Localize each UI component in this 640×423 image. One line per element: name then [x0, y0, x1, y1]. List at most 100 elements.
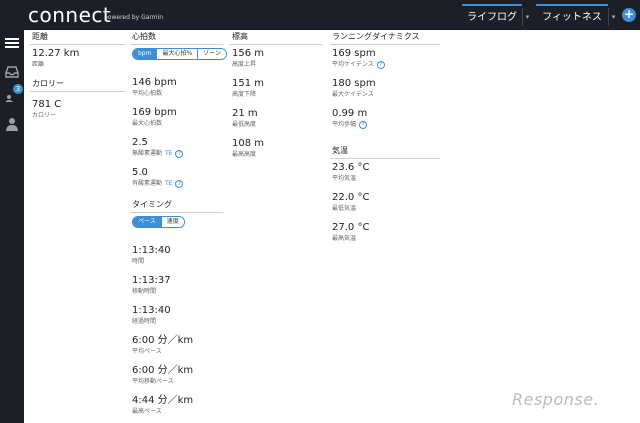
- help-icon[interactable]: ?: [359, 120, 368, 129]
- max-elevation-label: 最高高度: [232, 151, 257, 158]
- segment-zone[interactable]: ゾーン: [197, 49, 226, 59]
- tab-lifelog[interactable]: ライフログ: [462, 4, 522, 30]
- watermark-text: Response.: [512, 390, 600, 409]
- avg-cadence-value: 169 spm: [332, 48, 376, 59]
- heart-rate-heading: 心拍数: [130, 32, 223, 45]
- max-elevation-value: 108 m: [232, 138, 265, 149]
- list-item: 23.6 °C 平均気温: [330, 161, 440, 183]
- elapsed-time-label: 経過時間: [132, 318, 157, 325]
- list-item: 6:00 分／km 平均ペース: [130, 334, 223, 356]
- distance-metric: 12.27 km 距離: [30, 47, 125, 69]
- anaerobic-te-value: 2.5: [132, 137, 148, 148]
- max-temp-value: 27.0 °C: [332, 222, 370, 233]
- help-icon[interactable]: ?: [175, 149, 184, 158]
- logo-subtitle: powered by Garmin: [104, 14, 164, 21]
- avg-hr-label: 平均心拍数: [132, 90, 163, 97]
- distance-heading: 距離: [30, 32, 125, 45]
- inbox-icon[interactable]: [4, 64, 20, 80]
- time-label: 時間: [132, 258, 145, 265]
- response-watermark: Response.: [512, 390, 632, 420]
- avg-temp-value: 23.6 °C: [332, 162, 370, 173]
- avg-cadence-label-row: 平均ケイデンス ?: [332, 60, 440, 69]
- avg-moving-pace-value: 6:00 分／km: [132, 365, 194, 376]
- anaerobic-te-label: 無酸素運動: [132, 150, 163, 157]
- person-icon[interactable]: [4, 116, 20, 132]
- list-item: 22.0 °C 最低気温: [330, 191, 440, 213]
- elevation-gain-label: 高度上昇: [232, 61, 257, 68]
- list-item: 180 spm 最大ケイデンス: [330, 77, 440, 99]
- top-bar: connect powered by Garmin ライフログ ▾ フィットネス…: [0, 0, 640, 30]
- segment-pace[interactable]: ペース: [133, 217, 161, 227]
- help-icon[interactable]: ?: [175, 179, 184, 188]
- column-dynamics-temperature: ランニングダイナミクス 169 spm 平均ケイデンス ? 180 spm 最大…: [330, 30, 440, 243]
- elevation-loss-value: 151 m: [232, 78, 265, 89]
- connect-logo[interactable]: connect: [28, 3, 111, 27]
- list-item: 6:00 分／km 平均移動ペース: [130, 364, 223, 386]
- elapsed-time-value: 1:13:40: [132, 305, 171, 316]
- column-distance-calories: 距離 12.27 km 距離 カロリー 781 C カロリー: [30, 30, 125, 120]
- max-cadence-label: 最大ケイデンス: [332, 91, 374, 98]
- list-item: 0.99 m 平均歩幅 ?: [330, 107, 440, 129]
- list-item: 4:44 分／km 最高ペース: [130, 394, 223, 416]
- min-temp-value: 22.0 °C: [332, 192, 370, 203]
- avg-pace-label: 平均ペース: [132, 348, 162, 355]
- segment-max-hr-percent[interactable]: 最大心拍%: [156, 49, 198, 59]
- max-temp-label: 最高気温: [332, 235, 357, 242]
- list-item: 5.0 有酸素運動 TE ?: [130, 166, 223, 188]
- calories-metric: 781 C カロリー: [30, 98, 125, 120]
- max-cadence-value: 180 spm: [332, 78, 376, 89]
- running-dynamics-heading: ランニングダイナミクス: [330, 32, 440, 45]
- list-item: 156 m 高度上昇: [230, 47, 322, 69]
- list-item: 21 m 最低高度: [230, 107, 322, 129]
- distance-label: 距離: [32, 61, 45, 68]
- moving-time-label: 移動時間: [132, 288, 157, 295]
- max-hr-label: 最大心拍数: [132, 120, 163, 127]
- calories-heading: カロリー: [30, 79, 125, 92]
- elevation-heading: 標高: [230, 32, 322, 45]
- distance-value: 12.27 km: [32, 48, 80, 59]
- elevation-loss-label: 高度下降: [232, 91, 257, 98]
- segment-bpm[interactable]: bpm: [133, 49, 157, 59]
- list-item: 27.0 °C 最高気温: [330, 221, 440, 243]
- anaerobic-te-label-row: 無酸素運動 TE ?: [132, 149, 223, 158]
- sidebar: 3: [0, 30, 24, 423]
- min-elevation-value: 21 m: [232, 108, 258, 119]
- time-value: 1:13:40: [132, 245, 171, 256]
- timing-heading: タイミング: [130, 200, 223, 213]
- menu-icon[interactable]: [4, 36, 20, 52]
- max-hr-value: 169 bpm: [132, 107, 177, 118]
- te-tag: TE: [165, 180, 173, 187]
- min-temp-label: 最低気温: [332, 205, 357, 212]
- help-icon[interactable]: ?: [376, 60, 385, 69]
- calories-value: 781 C: [32, 99, 62, 110]
- column-heart-rate-timing: 心拍数 bpm 最大心拍% ゾーン 146 bpm 平均心拍数 169 bpm …: [130, 30, 227, 416]
- list-item: 146 bpm 平均心拍数: [130, 76, 223, 98]
- aerobic-te-label: 有酸素運動: [132, 180, 163, 187]
- segment-speed[interactable]: 速度: [160, 217, 184, 227]
- calories-label: カロリー: [32, 112, 57, 119]
- list-item: 169 spm 平均ケイデンス ?: [330, 47, 440, 69]
- avg-cadence-label: 平均ケイデンス: [332, 61, 374, 68]
- list-item: 2.5 無酸素運動 TE ?: [130, 136, 223, 158]
- min-elevation-label: 最低高度: [232, 121, 257, 128]
- fitness-dropdown-chevron-down-icon[interactable]: ▾: [608, 8, 618, 26]
- column-elevation: 標高 156 m 高度上昇 151 m 高度下降 21 m 最低高度 108 m…: [230, 30, 322, 159]
- list-item: 1:13:40 経過時間: [130, 304, 223, 326]
- avg-stride-label: 平均歩幅: [332, 121, 357, 128]
- best-pace-value: 4:44 分／km: [132, 395, 194, 406]
- avg-hr-value: 146 bpm: [132, 77, 177, 88]
- list-item: 1:13:37 移動時間: [130, 274, 223, 296]
- te-tag: TE: [165, 150, 173, 157]
- timing-unit-toggle: ペース 速度: [132, 216, 185, 228]
- aerobic-te-value: 5.0: [132, 167, 148, 178]
- lifelog-dropdown-chevron-down-icon[interactable]: ▾: [522, 8, 532, 26]
- avg-moving-pace-label: 平均移動ペース: [132, 378, 174, 385]
- best-pace-label: 最高ペース: [132, 408, 162, 415]
- tab-fitness[interactable]: フィットネス: [536, 4, 608, 30]
- temperature-heading: 気温: [330, 146, 440, 159]
- notification-badge: 3: [13, 84, 23, 94]
- avg-stride-label-row: 平均歩幅 ?: [332, 120, 440, 129]
- moving-time-value: 1:13:37: [132, 275, 171, 286]
- avg-temp-label: 平均気温: [332, 175, 357, 182]
- add-button[interactable]: +: [622, 8, 636, 22]
